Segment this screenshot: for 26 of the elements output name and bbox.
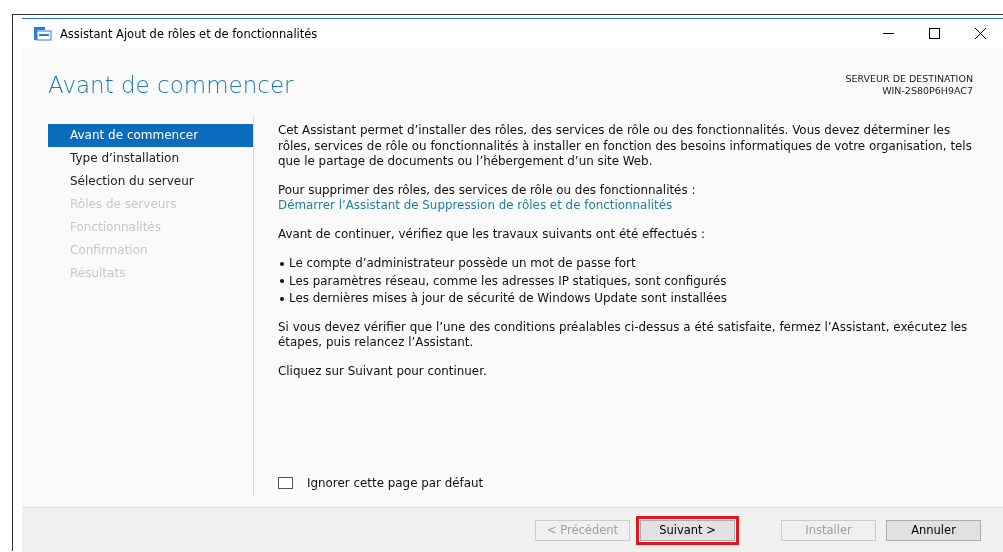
destination-server-label: SERVEUR DE DESTINATION (845, 73, 973, 85)
list-item: Les paramètres réseau, comme les adresses IP statiques, sont configurés (289, 272, 727, 290)
window-title: Assistant Ajout de rôles et de fonctionnalités (60, 26, 319, 41)
checkbox-label: Ignorer cette page par défaut (307, 475, 484, 491)
paragraph: Si vous devez vérifier que l’une des conditions préalables ci-dessus a été satisfaite, fermez l’Assistant, exécutez les étapes, puis relancez l’Assistant. (278, 319, 969, 351)
wizard-button[interactable]: Annuler (886, 519, 981, 541)
page-title: Avant de commencer (48, 72, 294, 100)
paragraph: Pour supprimer des rôles, des services de rôle ou des fonctionnalités : (278, 182, 696, 198)
bullet-icon (280, 261, 284, 266)
destination-server-name: WIN-2S80P6H9AC7 (882, 85, 973, 97)
maximize-icon[interactable] (928, 28, 940, 39)
bullet-icon (280, 296, 284, 301)
checkbox[interactable] (278, 477, 293, 490)
close-icon[interactable] (974, 28, 986, 39)
server-manager-icon (34, 26, 52, 41)
wizard-step[interactable]: Type d’installation (48, 147, 253, 170)
bullet-icon (280, 279, 284, 284)
paragraph: Cliquez sur Suivant pour continuer. (278, 363, 488, 379)
paragraph: Avant de continuer, vérifiez que les travaux suivants ont été effectués : (278, 226, 706, 242)
wizard-step[interactable]: Avant de commencer (48, 124, 253, 147)
minimize-icon[interactable] (882, 33, 894, 34)
wizard-step[interactable]: Sélection du serveur (48, 170, 253, 193)
paragraph: Cet Assistant permet d’installer des rôles, des services de rôle ou des fonctionnalités. Vous devez déterminer les rôles, services de rôle ou fonctionnalités à installer en fonction des besoins informatiques de votre organisation, tels que le partage de documents ou l’hébergement d’un site Web. (278, 123, 973, 170)
remove-roles-link[interactable]: Démarrer l’Assistant de Suppression de rôles et de fonctionnalités (278, 198, 673, 214)
list-item: Les dernières mises à jour de sécurité de Windows Update sont installées (289, 290, 727, 307)
list-item: Le compte d’administrateur possède un mot de passe fort (289, 255, 636, 272)
